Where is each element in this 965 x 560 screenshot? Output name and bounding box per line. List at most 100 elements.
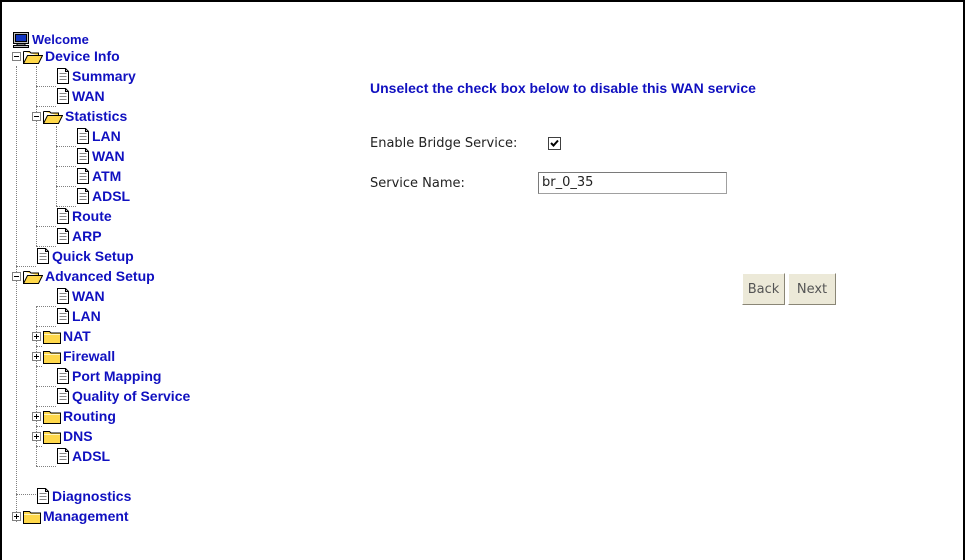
nav-item-label[interactable]: Management <box>43 508 129 524</box>
nav-item-label[interactable]: WAN <box>72 88 105 104</box>
nav-item-statistics[interactable]: Statistics <box>32 106 127 126</box>
service-name-label: Service Name: <box>370 176 465 191</box>
nav-item-label[interactable]: LAN <box>92 128 121 144</box>
folder-closed-icon <box>23 509 41 524</box>
nav-item-label[interactable]: Quick Setup <box>52 248 134 264</box>
expand-icon[interactable] <box>12 511 21 521</box>
page-icon <box>76 188 90 204</box>
nav-item-routing[interactable]: Routing <box>32 406 116 426</box>
nav-item-diagnostics[interactable]: Diagnostics <box>36 486 131 506</box>
page-icon <box>56 228 70 244</box>
nav-item-label[interactable]: Advanced Setup <box>45 268 155 284</box>
folder-closed-icon <box>43 409 61 424</box>
nav-item-adv-adsl[interactable]: ADSL <box>56 446 110 466</box>
folder-closed-icon <box>43 349 61 364</box>
nav-item-label[interactable]: ADSL <box>92 188 130 204</box>
nav-item-label[interactable]: Statistics <box>65 108 127 124</box>
next-button[interactable]: Next <box>788 273 836 305</box>
nav-item-label[interactable]: DNS <box>63 428 93 444</box>
nav-item-arp[interactable]: ARP <box>56 226 102 246</box>
expand-icon[interactable] <box>32 431 41 441</box>
nav-item-label[interactable]: Firewall <box>63 348 115 364</box>
page-icon <box>56 368 70 384</box>
expand-icon[interactable] <box>32 351 41 361</box>
page-icon <box>76 128 90 144</box>
nav-item-label[interactable]: Quality of Service <box>72 388 190 404</box>
tree-line <box>56 146 76 147</box>
page-icon <box>36 248 50 264</box>
nav-item-stats-atm[interactable]: ATM <box>76 166 121 186</box>
tree-line <box>56 166 76 167</box>
page-icon <box>56 88 70 104</box>
nav-item-label[interactable]: ADSL <box>72 448 110 464</box>
folder-open-icon <box>43 109 63 124</box>
nav-item-port-mapping[interactable]: Port Mapping <box>56 366 161 386</box>
page-icon <box>56 308 70 324</box>
page-icon <box>56 208 70 224</box>
expand-icon[interactable] <box>32 331 41 341</box>
folder-closed-icon <box>43 329 61 344</box>
nav-item-label[interactable]: NAT <box>63 328 91 344</box>
page-icon <box>76 148 90 164</box>
nav-item-qos[interactable]: Quality of Service <box>56 386 190 406</box>
nav-item-management[interactable]: Management <box>12 506 129 526</box>
nav-item-device-info[interactable]: Device Info <box>12 46 120 66</box>
nav-item-adv-wan[interactable]: WAN <box>56 286 105 306</box>
main-content: Unselect the check box below to disable … <box>345 0 955 560</box>
enable-bridge-checkbox[interactable] <box>548 137 561 150</box>
nav-item-label[interactable]: Port Mapping <box>72 368 161 384</box>
nav-item-stats-lan[interactable]: LAN <box>76 126 121 146</box>
nav-item-nat[interactable]: NAT <box>32 326 91 346</box>
tree-line <box>36 386 56 387</box>
tree-line <box>36 226 56 227</box>
tree-line <box>36 306 56 307</box>
tree-line <box>36 66 37 246</box>
page-icon <box>36 488 50 504</box>
nav-item-stats-adsl[interactable]: ADSL <box>76 186 130 206</box>
service-name-input[interactable]: br_0_35 <box>538 172 727 194</box>
back-button[interactable]: Back <box>742 273 785 305</box>
tree-line <box>36 446 42 447</box>
tree-line <box>16 494 36 495</box>
nav-item-quick-setup[interactable]: Quick Setup <box>36 246 134 266</box>
page-icon <box>56 448 70 464</box>
nav-item-label[interactable]: WAN <box>92 148 125 164</box>
expand-icon[interactable] <box>32 411 41 421</box>
tree-line <box>36 86 56 87</box>
page-heading: Unselect the check box below to disable … <box>370 80 756 96</box>
nav-item-label[interactable]: ARP <box>72 228 102 244</box>
nav-item-stats-wan[interactable]: WAN <box>76 146 125 166</box>
navigation-tree: Welcome Device Info Summary WAN Statisti… <box>12 30 342 540</box>
tree-line <box>36 366 42 367</box>
folder-closed-icon <box>43 429 61 444</box>
nav-item-label[interactable]: Route <box>72 208 112 224</box>
nav-item-device-wan[interactable]: WAN <box>56 86 105 106</box>
tree-line <box>56 186 76 187</box>
nav-item-label[interactable]: Device Info <box>45 48 120 64</box>
nav-item-label[interactable]: Summary <box>72 68 136 84</box>
nav-item-label[interactable]: Diagnostics <box>52 488 131 504</box>
checkmark-icon <box>550 139 559 147</box>
nav-item-label[interactable]: Routing <box>63 408 116 424</box>
collapse-icon[interactable] <box>12 51 21 61</box>
nav-item-firewall[interactable]: Firewall <box>32 346 115 366</box>
nav-item-label[interactable]: LAN <box>72 308 101 324</box>
nav-item-adv-lan[interactable]: LAN <box>56 306 101 326</box>
page-icon <box>56 68 70 84</box>
nav-item-route[interactable]: Route <box>56 206 112 226</box>
nav-item-label[interactable]: ATM <box>92 168 121 184</box>
folder-open-icon <box>23 49 43 64</box>
collapse-icon[interactable] <box>12 271 21 281</box>
page-icon <box>56 388 70 404</box>
nav-item-dns[interactable]: DNS <box>32 426 93 446</box>
folder-open-icon <box>23 269 43 284</box>
nav-item-label[interactable]: WAN <box>72 288 105 304</box>
page-icon <box>76 168 90 184</box>
nav-item-summary[interactable]: Summary <box>56 66 136 86</box>
enable-bridge-label: Enable Bridge Service: <box>370 136 518 151</box>
tree-line <box>36 466 56 467</box>
tree-line <box>16 66 17 522</box>
page-icon <box>56 288 70 304</box>
collapse-icon[interactable] <box>32 111 41 121</box>
nav-item-advanced-setup[interactable]: Advanced Setup <box>12 266 155 286</box>
